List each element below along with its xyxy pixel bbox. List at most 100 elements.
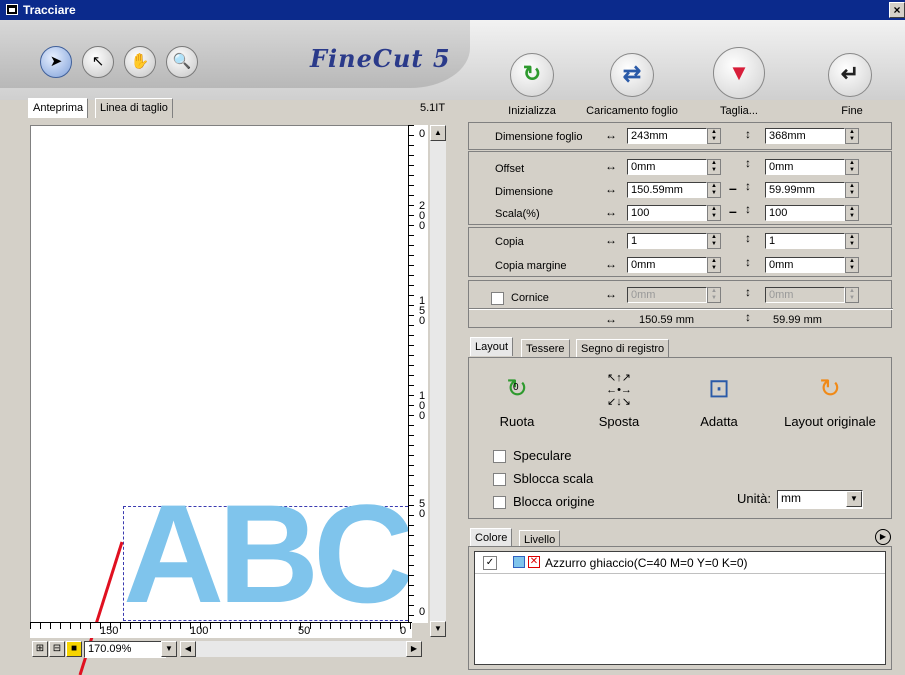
ruler-h-label: 100 xyxy=(190,625,209,637)
sheet-size-panel: Dimensione foglio ↔ 243mm ▲ ▼ ↕ 368mm ▲ ▼ xyxy=(468,122,892,150)
fit-width-icon[interactable]: ⊟ xyxy=(49,641,65,657)
close-button[interactable]: × xyxy=(889,2,905,18)
scroll-left-icon[interactable]: ◀ xyxy=(180,641,196,657)
finish-icon[interactable]: ↵ xyxy=(828,53,872,97)
rotate-icon: ↻ 0 xyxy=(506,373,528,403)
spin-icon[interactable]: ▲ ▼ xyxy=(707,257,721,273)
spin-icon[interactable]: ▲ ▼ xyxy=(845,257,859,273)
vertical-arrow-icon: ↕ xyxy=(745,255,751,269)
tab-registration-mark[interactable]: Segno di registro xyxy=(576,339,670,358)
frame-x-field: 0mm xyxy=(627,287,707,303)
list-item[interactable]: ✓ ✕ Azzurro ghiaccio(C=40 M=0 Y=0 K=0) xyxy=(475,552,885,574)
zoom-dropdown-icon[interactable]: ▼ xyxy=(161,641,177,657)
vertical-arrow-icon: ↕ xyxy=(745,231,751,245)
vertical-arrow-icon: ↕ xyxy=(745,127,751,141)
spin-icon[interactable]: ▲ ▼ xyxy=(845,159,859,175)
size-y-field[interactable]: 59.99mm xyxy=(765,182,845,198)
margin-y-field[interactable]: 0mm xyxy=(765,257,845,273)
cut-disabled-icon[interactable]: ✕ xyxy=(528,556,540,568)
fit-page-icon[interactable]: ■ xyxy=(66,641,82,657)
rotate-label: Ruota xyxy=(499,414,535,429)
spin-icon[interactable]: ▲ ▼ xyxy=(707,159,721,175)
scale-x-field[interactable]: 100 xyxy=(627,205,707,221)
spin-icon[interactable]: ▲ ▼ xyxy=(845,205,859,221)
unit-dropdown-icon[interactable]: ▼ xyxy=(846,491,862,507)
spin-icon[interactable]: ▲ ▼ xyxy=(707,182,721,198)
tab-color[interactable]: Colore xyxy=(470,528,513,547)
direct-select-icon[interactable]: ↖ xyxy=(82,46,114,78)
vertical-arrow-icon: ↕ xyxy=(745,202,751,216)
frame-y-field: 0mm xyxy=(765,287,845,303)
tab-cut-line[interactable]: Linea di taglio xyxy=(95,98,173,118)
copies-panel: Copia ↔ 1 ▲ ▼ ↕ 1 ▲ ▼ Copia margine ↔ 0mm … xyxy=(468,227,892,277)
copy-margin-label: Copia margine xyxy=(495,260,567,272)
spin-icon[interactable]: ▲ ▼ xyxy=(707,128,721,144)
move-button[interactable]: ↖↑↗ ←•→ ↙↓↘ Sposta xyxy=(579,368,659,429)
copy-y-field[interactable]: 1 xyxy=(765,233,845,249)
offset-x-field[interactable]: 0mm xyxy=(627,159,707,175)
scroll-down-icon[interactable]: ▼ xyxy=(430,621,446,637)
initialize-icon[interactable]: ↻ xyxy=(510,53,554,97)
frame-label: Cornice xyxy=(511,292,549,304)
original-layout-button[interactable]: ↻ Layout originale xyxy=(775,368,885,429)
color-list[interactable]: ✓ ✕ Azzurro ghiaccio(C=40 M=0 Y=0 K=0) xyxy=(474,551,886,665)
spin-icon[interactable]: ▲ ▼ xyxy=(707,205,721,221)
vertical-arrow-icon: ↕ xyxy=(745,156,751,170)
horizontal-ruler: 150 100 50 0 xyxy=(30,622,412,638)
finish-label: Fine xyxy=(841,105,863,117)
margin-x-field[interactable]: 0mm xyxy=(627,257,707,273)
rotate-button[interactable]: ↻ 0 Ruota xyxy=(477,368,557,429)
link-dash: – xyxy=(729,180,737,196)
select-arrow-icon[interactable]: ➤ xyxy=(40,46,72,78)
color-checkbox[interactable]: ✓ xyxy=(483,556,497,570)
scale-y-field[interactable]: 100 xyxy=(765,205,845,221)
horizontal-arrow-icon: ↔ xyxy=(605,287,617,301)
fit-button[interactable]: ⊡ Adatta xyxy=(679,368,759,429)
cut-label: Taglia... xyxy=(720,105,758,117)
ruler-h-label: 50 xyxy=(298,625,311,637)
spin-icon[interactable]: ▲ ▼ xyxy=(707,233,721,249)
copy-x-field[interactable]: 1 xyxy=(627,233,707,249)
window-title: Tracciare xyxy=(23,3,76,17)
panel-menu-icon[interactable]: ▶ xyxy=(875,529,891,545)
sheet-load-icon[interactable]: ⇄ xyxy=(610,53,654,97)
ruler-h-label: 150 xyxy=(100,625,119,637)
zoom-field[interactable]: 170.09% xyxy=(84,641,166,658)
spin-icon[interactable]: ▲ ▼ xyxy=(845,233,859,249)
horizontal-arrow-icon: ↔ xyxy=(605,159,617,173)
vertical-scrollbar[interactable]: ▲ ▼ xyxy=(430,125,446,637)
tab-tiles[interactable]: Tessere xyxy=(521,339,570,358)
scroll-right-icon[interactable]: ▶ xyxy=(406,641,422,657)
mirror-checkbox[interactable] xyxy=(493,450,506,463)
unlock-scale-checkbox[interactable] xyxy=(493,473,506,486)
spin-icon: ▲ ▼ xyxy=(845,287,859,303)
fit-all-icon[interactable]: ⊞ xyxy=(32,641,48,657)
offset-y-field[interactable]: 0mm xyxy=(765,159,845,175)
spin-icon[interactable]: ▲ ▼ xyxy=(845,128,859,144)
initialize-label: Inizializza xyxy=(508,105,556,117)
finecut-logo: FineCut 5 xyxy=(310,44,451,73)
hand-icon[interactable]: ✋ xyxy=(124,46,156,78)
size-x-field[interactable]: 150.59mm xyxy=(627,182,707,198)
cut-icon[interactable]: ▼ xyxy=(713,47,765,99)
fit-label: Adatta xyxy=(700,414,738,429)
original-layout-label: Layout originale xyxy=(784,414,876,429)
preview-bottom-bar: ⊞ ⊟ ■ 170.09% ▼ ◀ ▶ xyxy=(30,639,446,659)
tab-preview[interactable]: Anteprima xyxy=(28,98,89,118)
scroll-up-icon[interactable]: ▲ xyxy=(430,125,446,141)
frame-checkbox[interactable] xyxy=(491,292,504,305)
sheet-width-field[interactable]: 243mm xyxy=(627,128,707,144)
tab-layout[interactable]: Layout xyxy=(470,337,514,356)
move-label: Sposta xyxy=(598,414,640,429)
horizontal-arrow-icon: ↔ xyxy=(605,312,617,326)
vertical-arrow-icon: ↕ xyxy=(745,285,751,299)
spin-icon[interactable]: ▲ ▼ xyxy=(845,182,859,198)
horizontal-arrow-icon: ↔ xyxy=(605,128,617,142)
color-name: Azzurro ghiaccio(C=40 M=0 Y=0 K=0) xyxy=(545,556,748,570)
offset-label: Offset xyxy=(495,163,525,175)
horizontal-scrollbar[interactable]: ◀ ▶ xyxy=(180,641,422,657)
sheet-height-field[interactable]: 368mm xyxy=(765,128,845,144)
lock-origin-checkbox[interactable] xyxy=(493,496,506,509)
total-height: 59.99 mm xyxy=(773,314,822,326)
zoom-icon[interactable]: 🔍 xyxy=(166,46,198,78)
